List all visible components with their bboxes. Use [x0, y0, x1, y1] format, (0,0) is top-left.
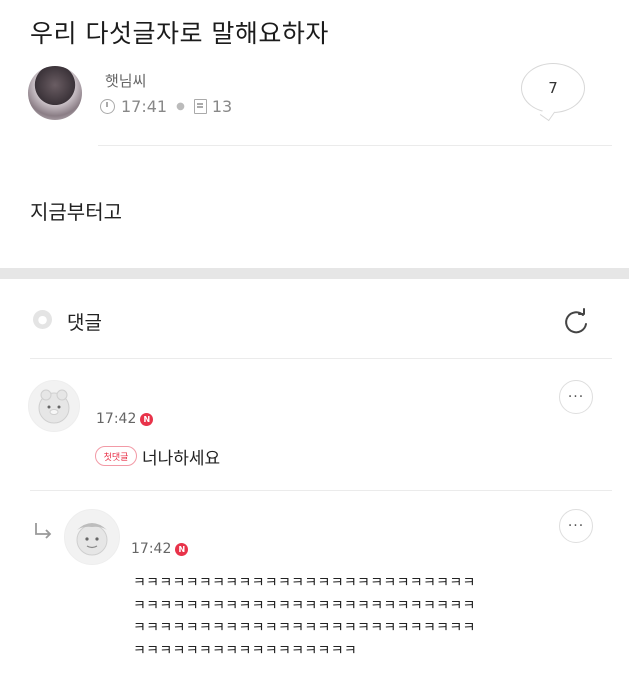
- comment-count: 7: [548, 79, 558, 97]
- divider: [30, 490, 612, 491]
- comments-label: 댓글: [67, 312, 102, 334]
- comment-time: 17:42 N: [96, 411, 154, 427]
- comment-time-text: 17:42: [131, 541, 172, 557]
- comment-text: ㅋㅋㅋㅋㅋㅋㅋㅋㅋㅋㅋㅋㅋㅋㅋㅋㅋㅋㅋㅋㅋㅋㅋㅋㅋㅋ ㅋㅋㅋㅋㅋㅋㅋㅋㅋㅋㅋㅋㅋ…: [133, 575, 476, 659]
- author-name[interactable]: 햇님씨: [105, 70, 146, 91]
- post-meta: 17:41 ● 13: [100, 97, 232, 116]
- character-icon: [76, 523, 108, 556]
- divider: [98, 145, 612, 146]
- refresh-icon[interactable]: [562, 308, 590, 336]
- new-badge: N: [140, 412, 154, 426]
- reply-arrow-icon: [35, 523, 52, 539]
- commenter-avatar[interactable]: [64, 509, 120, 565]
- view-count: 13: [211, 97, 233, 116]
- commenter-avatar[interactable]: [28, 380, 80, 432]
- more-options-button[interactable]: ···: [559, 380, 593, 414]
- comment-count-bubble[interactable]: 7: [521, 63, 585, 113]
- divider: [30, 358, 612, 359]
- comment-time-text: 17:42: [96, 411, 137, 427]
- post-body: 지금부터고: [30, 200, 122, 224]
- views-icon: [193, 99, 207, 114]
- more-options-button[interactable]: ···: [559, 509, 593, 543]
- separator-dot: ●: [176, 101, 185, 112]
- post-title: 우리 다섯글자로 말해요하자: [30, 19, 329, 48]
- post-time: 17:41: [121, 97, 168, 116]
- comment-time: 17:42 N: [131, 541, 189, 557]
- section-divider: [0, 268, 629, 279]
- comment-text: 너나하세요: [142, 449, 221, 469]
- bell-icon[interactable]: ●: [33, 310, 52, 329]
- first-comment-badge: 첫댓글: [95, 446, 137, 466]
- author-avatar[interactable]: [28, 66, 82, 120]
- character-icon: [38, 389, 70, 424]
- clock-icon: [100, 99, 115, 114]
- new-badge: N: [175, 542, 189, 556]
